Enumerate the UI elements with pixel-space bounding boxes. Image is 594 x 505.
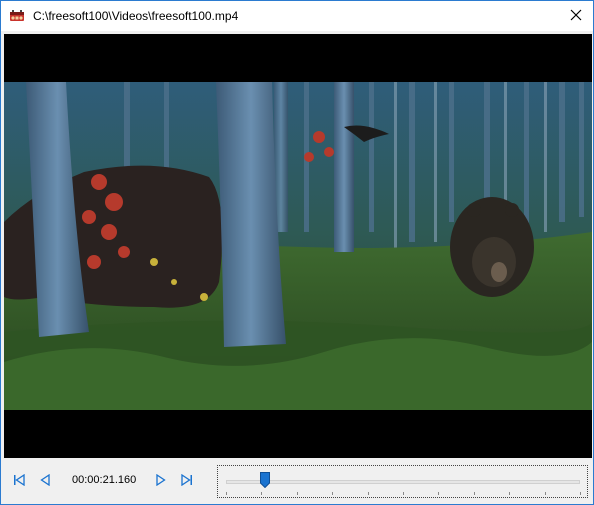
skip-to-start-icon [13,473,25,489]
step-back-button[interactable] [36,472,54,490]
window-title: C:\freesoft100\Videos\freesoft100.mp4 [33,9,239,23]
step-back-icon [39,473,51,489]
skip-to-start-button[interactable] [10,472,28,490]
player-window: C:\freesoft100\Videos\freesoft100.mp4 00… [0,0,594,505]
seek-tick [332,492,334,495]
seek-tick [226,492,227,495]
film-projector-icon [9,9,25,23]
seek-tick [438,492,440,495]
close-icon [570,9,582,24]
video-frame-image [4,82,592,410]
time-display: 00:00:21.160 [72,474,137,486]
seek-bar[interactable] [217,465,588,498]
seek-tick [261,492,263,495]
seek-tick [367,492,369,495]
seek-tick [544,492,546,495]
skip-to-end-icon [181,473,193,489]
skip-to-end-button[interactable] [178,472,196,490]
step-forward-icon [155,473,167,489]
title-bar[interactable]: C:\freesoft100\Videos\freesoft100.mp4 [1,1,593,31]
playback-controls: 00:00:21.160 [4,458,592,503]
close-button[interactable] [559,1,593,31]
seek-tick [296,492,298,495]
seek-tick [580,492,581,495]
step-forward-button[interactable] [152,472,170,490]
seek-thumb[interactable] [259,472,270,489]
video-frame [4,82,592,410]
seek-tick [403,492,404,495]
seek-tick [473,492,475,495]
seek-track[interactable] [226,480,580,484]
video-display[interactable] [4,34,592,458]
client-area: 00:00:21.160 [4,34,592,503]
seek-tick [509,492,511,495]
